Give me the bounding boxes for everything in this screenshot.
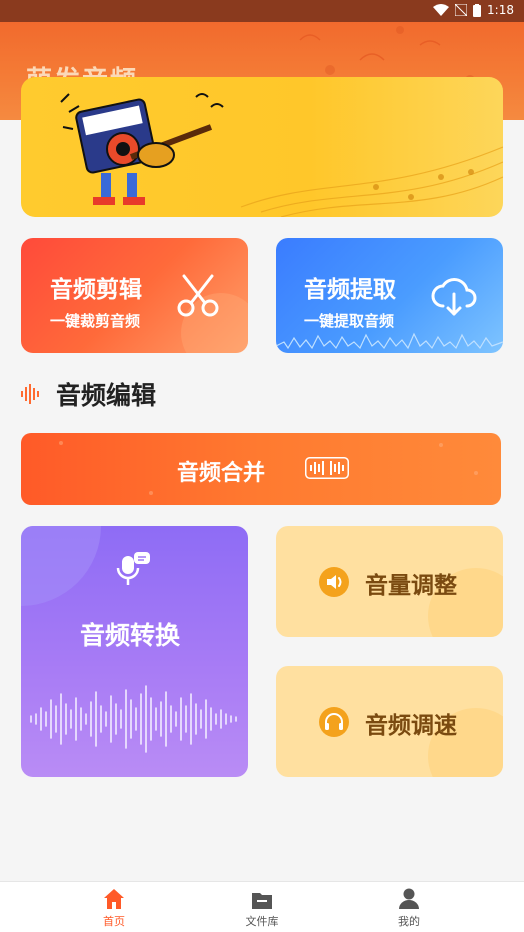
- volume-adjust-card[interactable]: 音量调整: [276, 526, 503, 637]
- audio-extract-title: 音频提取: [304, 277, 396, 303]
- wifi-icon: [433, 4, 450, 16]
- tab-profile[interactable]: 我的: [359, 882, 459, 932]
- cloud-download-icon: [431, 278, 477, 316]
- volume-adjust-title: 音量调整: [365, 573, 457, 599]
- tab-profile-label: 我的: [398, 915, 420, 928]
- tab-files-label: 文件库: [245, 915, 279, 928]
- section-title: 音频编辑: [56, 381, 157, 410]
- home-icon: [104, 889, 124, 909]
- promo-banner[interactable]: [21, 77, 503, 217]
- status-time: 1:18: [487, 3, 514, 17]
- audio-convert-title: 音频转换: [80, 621, 181, 650]
- audio-convert-card[interactable]: 音频转换: [21, 526, 248, 777]
- audio-cut-subtitle: 一键裁剪音频: [50, 312, 141, 330]
- status-bar: 1:18: [0, 0, 524, 22]
- banner-illustration: [60, 93, 503, 217]
- headphones-icon: [319, 707, 349, 737]
- speaker-icon: [319, 567, 349, 597]
- battery-icon: [473, 3, 482, 17]
- audio-cut-title: 音频剪辑: [50, 277, 142, 303]
- merge-wave-icon: [305, 457, 349, 479]
- tab-home[interactable]: 首页: [64, 882, 164, 932]
- waveform-icon: [21, 384, 39, 404]
- audio-extract-card[interactable]: 音频提取 一键提取音频: [276, 238, 503, 353]
- audio-extract-subtitle: 一键提取音频: [304, 312, 395, 330]
- audio-merge-card[interactable]: 音频合并: [21, 433, 501, 505]
- speed-adjust-title: 音频调速: [365, 713, 457, 739]
- audio-merge-title: 音频合并: [177, 461, 266, 486]
- bottom-tab-bar: 首页 文件库 我的: [0, 881, 524, 932]
- audio-cut-card[interactable]: 音频剪辑 一键裁剪音频: [21, 238, 248, 353]
- tab-home-label: 首页: [103, 915, 125, 928]
- speed-adjust-card[interactable]: 音频调速: [276, 666, 503, 777]
- scissors-icon: [177, 274, 219, 317]
- microphone-icon: [116, 552, 150, 585]
- signal-icon: [455, 4, 468, 16]
- waveform-graphic: [30, 685, 237, 753]
- tab-files[interactable]: 文件库: [212, 882, 312, 932]
- user-icon: [399, 888, 419, 909]
- folder-icon: [252, 893, 272, 909]
